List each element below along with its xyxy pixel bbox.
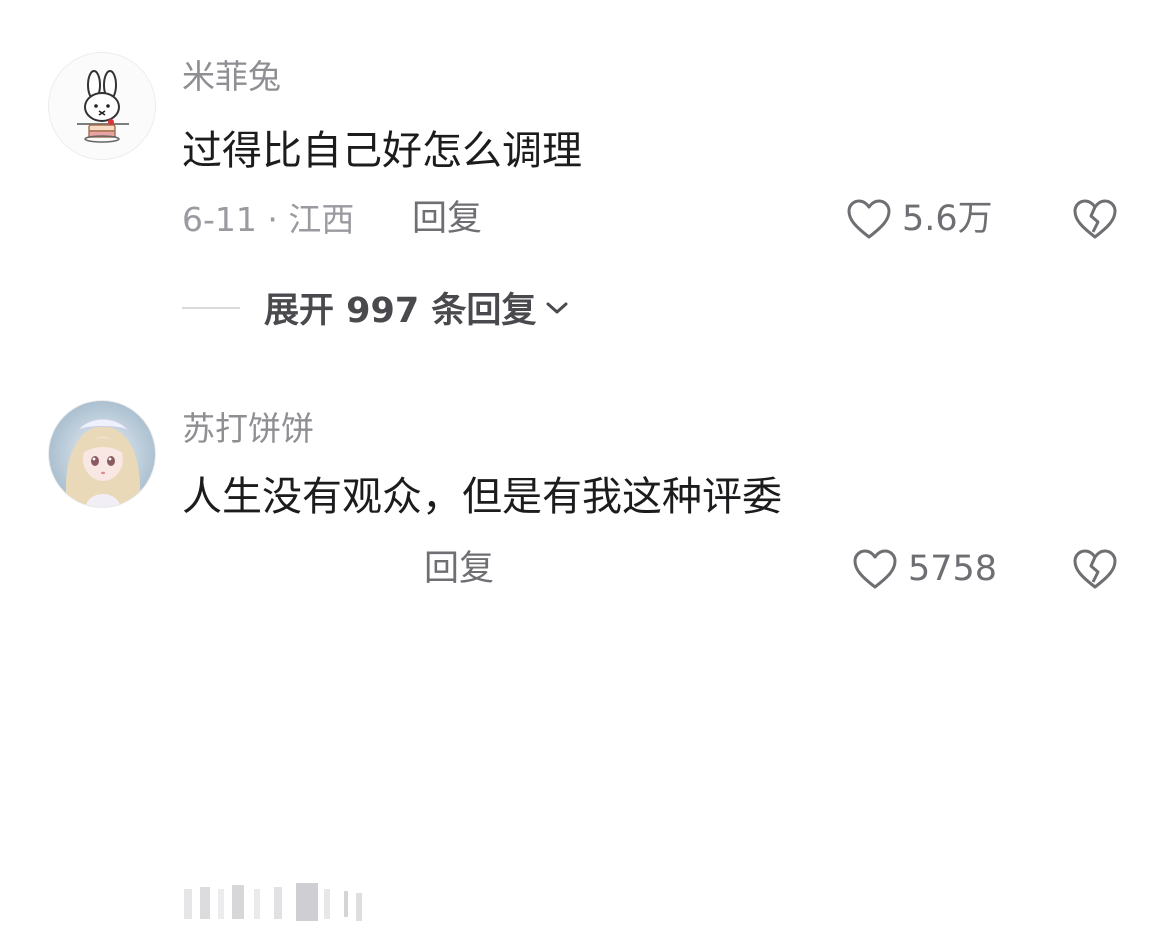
heart-icon <box>847 199 891 239</box>
anime-doll-icon <box>49 401 155 507</box>
reply-button[interactable]: 回复 <box>424 552 494 587</box>
broken-heart-icon <box>1073 549 1117 589</box>
chevron-down-icon <box>546 302 568 313</box>
bunny-cake-icon <box>49 53 155 159</box>
username[interactable]: 米菲兔 <box>182 60 281 93</box>
comment-text: 过得比自己好怎么调理 <box>182 128 582 174</box>
comment-item: 苏打饼饼 人生没有观众，但是有我这种评委 回复 5758 <box>0 340 1170 921</box>
avatar[interactable] <box>48 400 156 508</box>
like-button[interactable]: 5758 <box>852 548 997 590</box>
username[interactable]: 苏打饼饼 <box>182 412 314 445</box>
comment-text: 人生没有观众，但是有我这种评委 <box>182 474 782 520</box>
comment-item: 米菲兔 过得比自己好怎么调理 6-11 · 江西 回复 5.6万 展开 997 … <box>0 0 1170 340</box>
like-count: 5758 <box>908 548 998 589</box>
broken-heart-icon <box>1073 199 1117 239</box>
divider <box>182 306 240 309</box>
expand-replies-button[interactable]: 展开 997 条回复 <box>182 282 570 333</box>
comment-meta: 6-11 · 江西 <box>182 200 355 239</box>
expand-replies-label: 展开 997 条回复 <box>264 291 537 331</box>
like-count: 5.6万 <box>902 198 993 239</box>
like-button[interactable]: 5.6万 <box>846 198 993 240</box>
avatar[interactable] <box>48 52 156 160</box>
redacted-meta <box>184 883 362 921</box>
heart-icon <box>853 549 897 589</box>
dislike-button[interactable] <box>1072 548 1118 594</box>
reply-button[interactable]: 回复 <box>412 202 482 237</box>
dislike-button[interactable] <box>1072 198 1118 244</box>
